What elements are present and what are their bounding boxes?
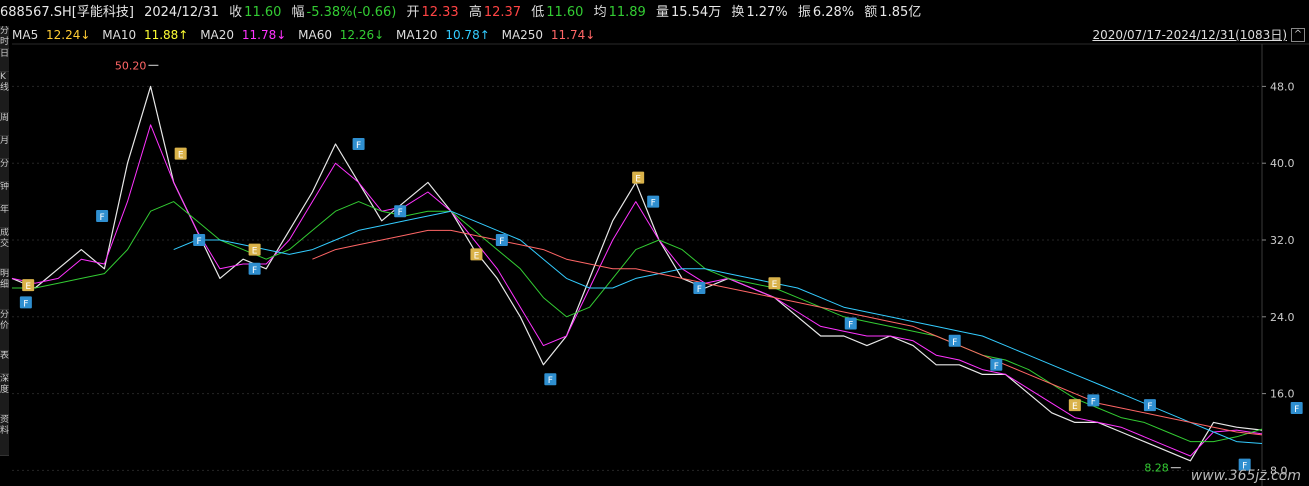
event-marker-7: F bbox=[352, 138, 365, 151]
event-marker-4: F bbox=[193, 234, 206, 247]
event-markers: FEFEFEFFFEFFEFFEFFFEFFFFF bbox=[19, 138, 1303, 472]
event-marker-21: F bbox=[1143, 399, 1156, 412]
event-marker-13: F bbox=[647, 195, 660, 209]
event-marker-label-3: E bbox=[178, 151, 184, 161]
event-marker-label-11: F bbox=[548, 376, 553, 386]
event-marker-10: F bbox=[495, 234, 508, 247]
event-marker-14: F bbox=[693, 282, 706, 295]
ytick-label-2: 32.0 bbox=[1270, 234, 1295, 247]
event-marker-label-18: F bbox=[994, 362, 999, 372]
event-marker-label-9: E bbox=[474, 251, 480, 261]
event-marker-label-6: F bbox=[252, 266, 257, 276]
event-marker-label-13: F bbox=[651, 199, 656, 209]
event-marker-label-4: F bbox=[197, 237, 202, 247]
event-marker-20: F bbox=[1087, 394, 1100, 407]
series-ma250-line bbox=[312, 229, 1263, 436]
ytick-label-0: 48.0 bbox=[1270, 80, 1295, 93]
chart-annotations: 50.20 8.28 bbox=[115, 59, 1181, 475]
event-marker-label-0: F bbox=[23, 299, 28, 309]
event-marker-label-17: F bbox=[952, 338, 957, 348]
event-marker-19: E bbox=[1068, 399, 1081, 412]
event-marker-label-14: F bbox=[697, 285, 702, 295]
event-marker-label-7: F bbox=[356, 141, 361, 151]
event-marker-6: F bbox=[248, 262, 261, 276]
event-marker-label-10: F bbox=[499, 237, 504, 247]
event-marker-label-20: F bbox=[1091, 397, 1096, 407]
event-marker-23: F bbox=[1290, 402, 1303, 415]
event-marker-2: F bbox=[96, 210, 109, 223]
event-marker-label-12: E bbox=[635, 175, 641, 185]
event-marker-0: F bbox=[19, 296, 32, 309]
event-marker-18: F bbox=[990, 358, 1003, 372]
event-marker-label-16: F bbox=[848, 321, 853, 331]
ytick-label-4: 16.0 bbox=[1270, 388, 1295, 401]
event-marker-label-15: E bbox=[772, 280, 778, 290]
event-marker-15: E bbox=[768, 277, 781, 290]
event-marker-1: E bbox=[22, 279, 35, 292]
event-marker-12: E bbox=[632, 171, 645, 185]
ytick-label-1: 40.0 bbox=[1270, 157, 1295, 170]
event-marker-label-21: F bbox=[1147, 402, 1152, 412]
y-axis: 48.040.032.024.016.08.0 bbox=[1262, 80, 1295, 477]
event-marker-16: F bbox=[844, 317, 857, 331]
kline-chart[interactable]: 50.208.28 FEFEFEFFFEFFEFFEFFFEFFFFF 48.0… bbox=[0, 0, 1309, 486]
event-marker-label-23: F bbox=[1294, 405, 1299, 415]
chart-grid bbox=[12, 43, 1309, 486]
event-marker-label-1: E bbox=[25, 282, 31, 292]
event-marker-8: F bbox=[394, 205, 407, 218]
event-marker-label-8: F bbox=[398, 208, 403, 218]
event-marker-9: E bbox=[470, 248, 483, 261]
watermark: www.365jz.com bbox=[1190, 468, 1301, 484]
event-marker-label-5: E bbox=[252, 247, 258, 257]
annotation-label-0: 50.20 bbox=[115, 59, 147, 72]
event-marker-11: F bbox=[544, 373, 557, 386]
event-marker-17: F bbox=[948, 334, 961, 348]
event-marker-label-19: E bbox=[1072, 402, 1078, 412]
annotation-label-1: 8.28 bbox=[1144, 462, 1169, 475]
ytick-label-3: 24.0 bbox=[1270, 311, 1295, 324]
event-marker-3: E bbox=[174, 147, 187, 161]
event-marker-5: E bbox=[248, 243, 261, 257]
event-marker-label-2: F bbox=[100, 213, 105, 223]
